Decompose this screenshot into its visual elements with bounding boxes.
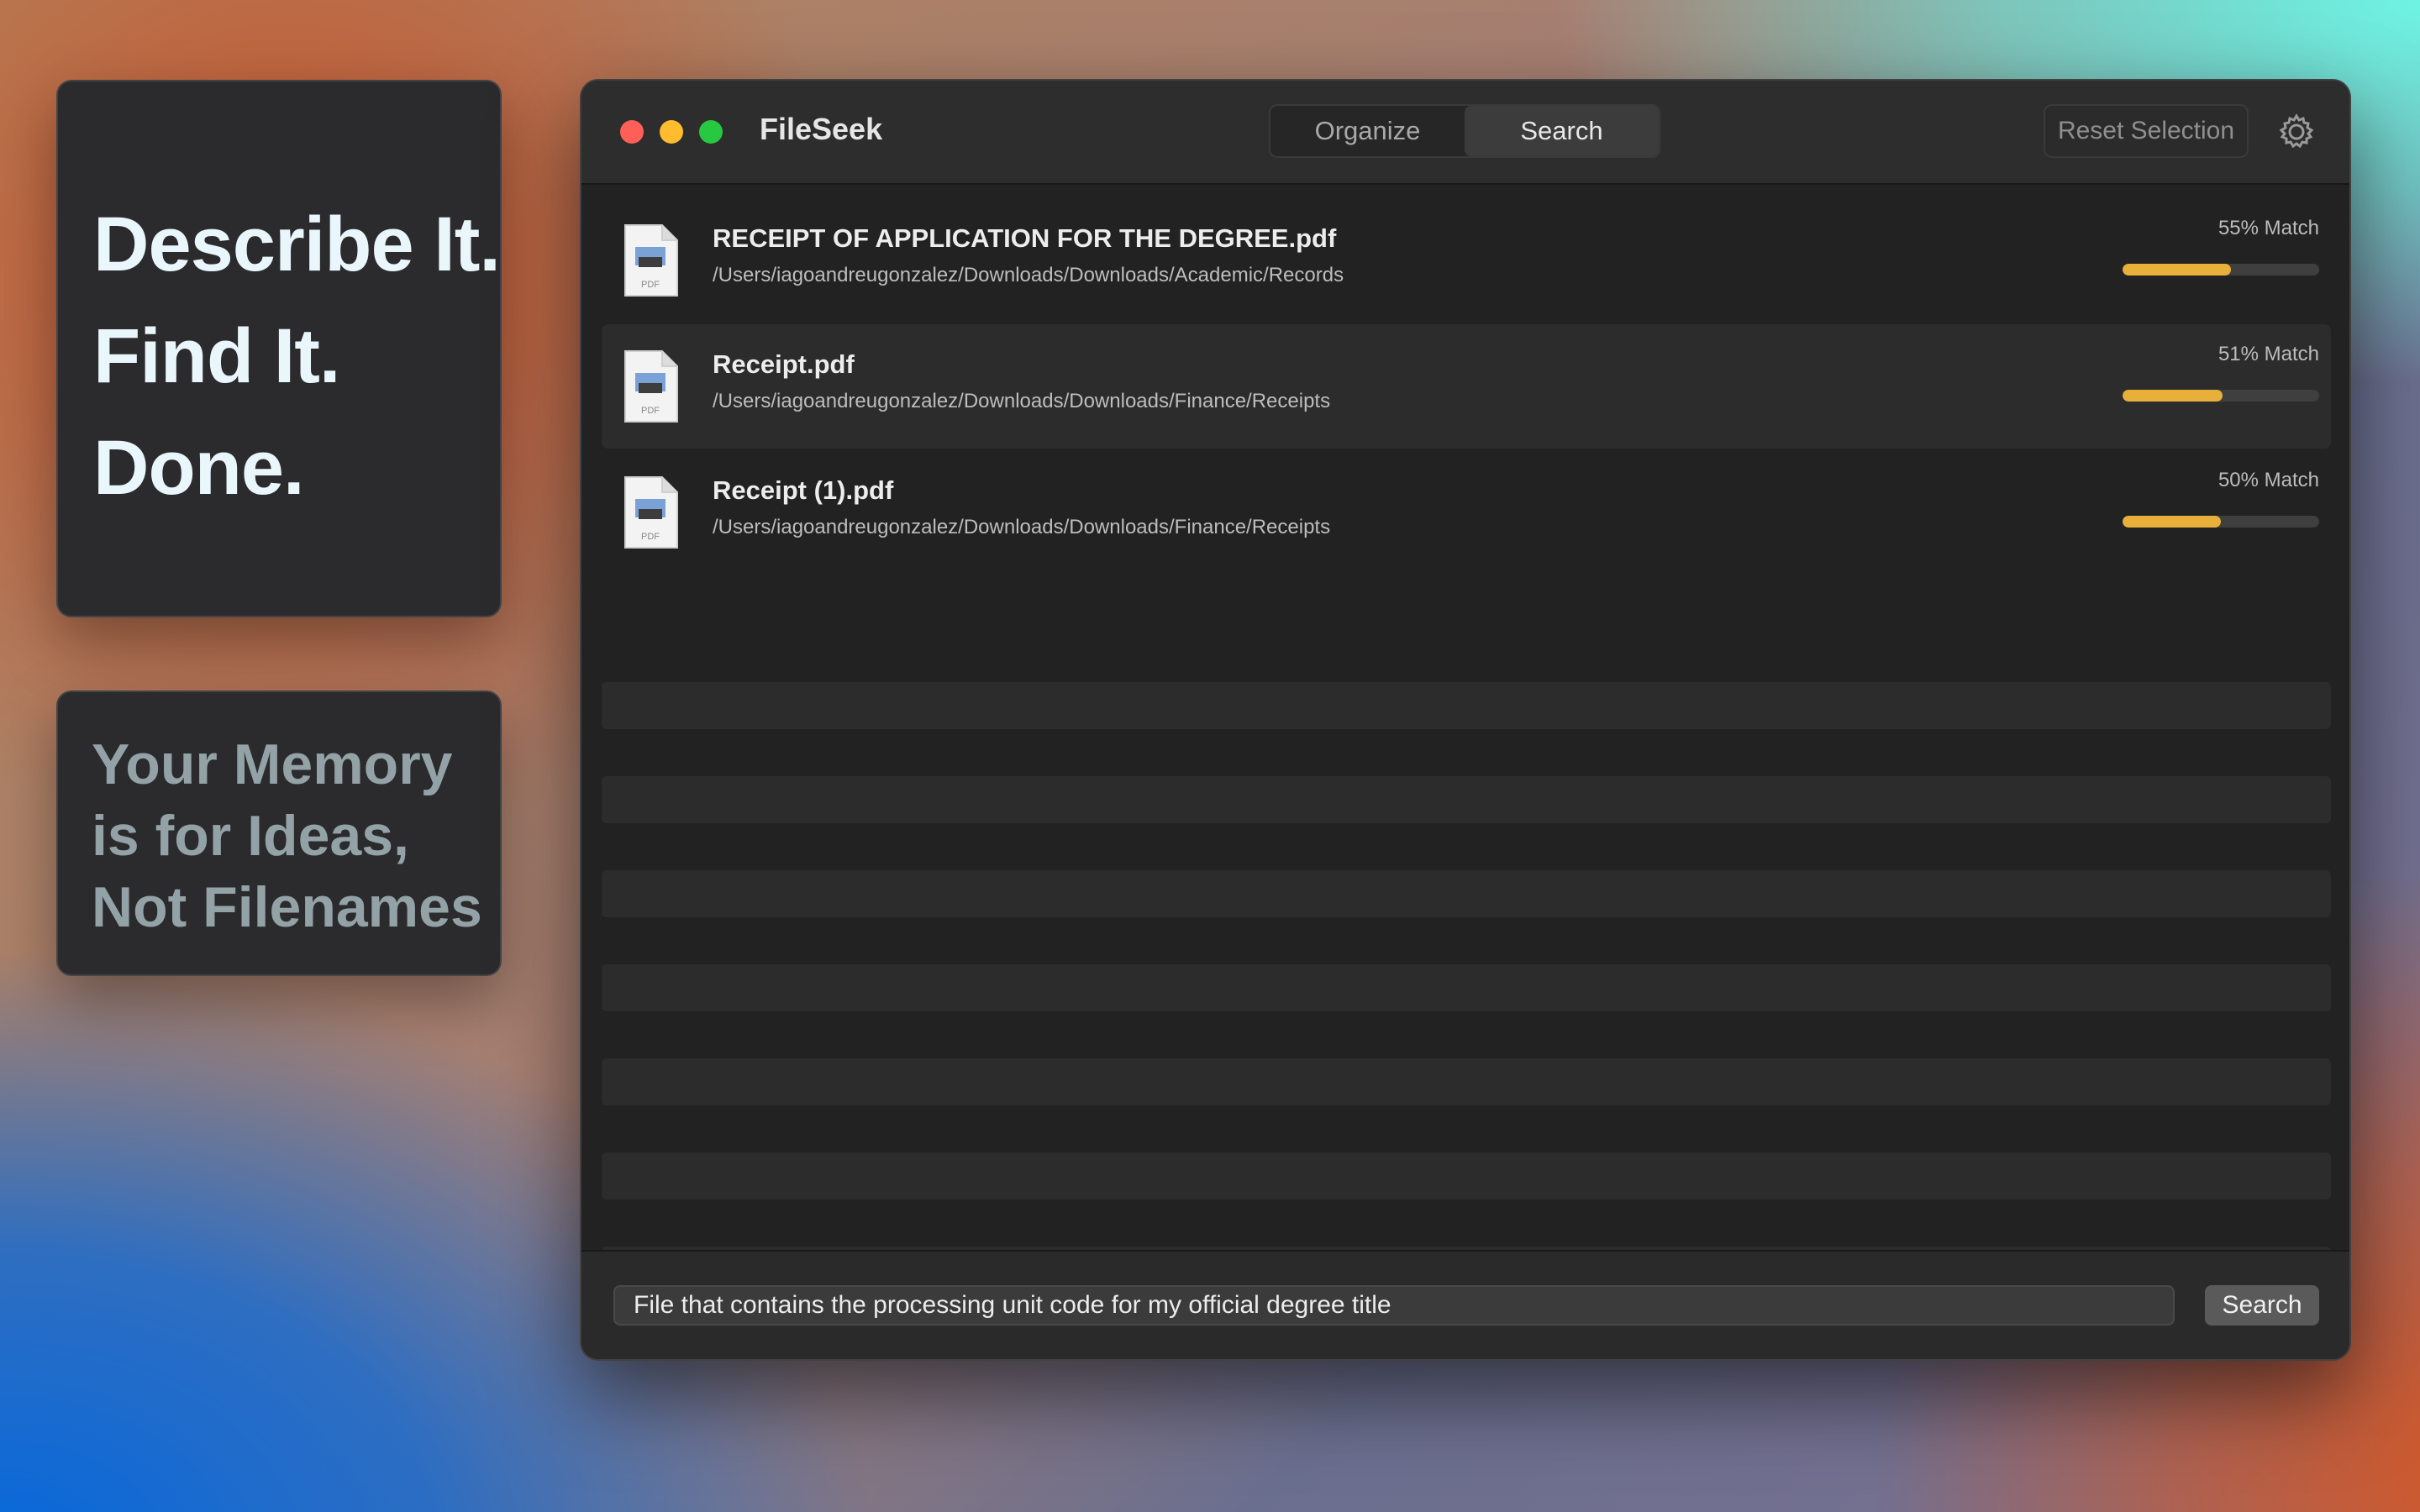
empty-row bbox=[602, 1152, 2331, 1200]
match-bar-fill bbox=[2123, 264, 2231, 276]
svg-text:PDF: PDF bbox=[641, 532, 660, 542]
app-title: FileSeek bbox=[760, 112, 883, 146]
result-row[interactable]: PDF RECEIPT OF APPLICATION FOR THE DEGRE… bbox=[602, 198, 2331, 323]
match-bar bbox=[2123, 390, 2319, 402]
search-button[interactable]: Search bbox=[2205, 1285, 2319, 1326]
file-path: /Users/iagoandreugonzalez/Downloads/Down… bbox=[713, 264, 1344, 286]
match-bar-fill bbox=[2123, 390, 2223, 402]
promo-card-tagline: Your Memory is for Ideas, Not Filenames bbox=[56, 690, 502, 976]
empty-row bbox=[602, 870, 2331, 917]
tagline-line-1: Your Memory bbox=[92, 732, 453, 796]
match-label: 50% Match bbox=[2217, 469, 2319, 491]
empty-row bbox=[602, 1058, 2331, 1105]
gear-icon[interactable] bbox=[2277, 113, 2316, 151]
reset-selection-button[interactable]: Reset Selection bbox=[2044, 104, 2249, 158]
fileseek-window: FileSeek Organize Search Reset Selection… bbox=[580, 79, 2351, 1361]
file-name: RECEIPT OF APPLICATION FOR THE DEGREE.pd… bbox=[713, 223, 1337, 253]
match-bar-fill bbox=[2123, 516, 2221, 528]
svg-text:PDF: PDF bbox=[641, 280, 660, 290]
file-path: /Users/iagoandreugonzalez/Downloads/Down… bbox=[713, 390, 1331, 412]
headline-line-3: Done. bbox=[93, 425, 305, 511]
result-row[interactable]: PDF Receipt.pdf /Users/iagoandreugonzale… bbox=[602, 324, 2331, 449]
pdf-file-icon: PDF bbox=[624, 350, 678, 423]
result-row[interactable]: PDF Receipt (1).pdf /Users/iagoandreugon… bbox=[602, 450, 2331, 575]
tab-organize[interactable]: Organize bbox=[1270, 106, 1465, 156]
svg-text:PDF: PDF bbox=[641, 406, 660, 416]
headline-line-2: Find It. bbox=[93, 313, 340, 399]
title-bar: FileSeek Organize Search Reset Selection bbox=[581, 81, 2349, 185]
maximize-window-button[interactable] bbox=[699, 120, 723, 144]
pdf-file-icon: PDF bbox=[624, 476, 678, 549]
pdf-file-icon: PDF bbox=[624, 224, 678, 297]
promo-card-headline: Describe It. Find It. Done. bbox=[56, 80, 502, 617]
headline-line-1: Describe It. bbox=[93, 202, 501, 287]
minimize-window-button[interactable] bbox=[660, 120, 683, 144]
match-bar bbox=[2123, 516, 2319, 528]
file-name: Receipt.pdf bbox=[713, 349, 855, 379]
match-label: 55% Match bbox=[2217, 217, 2319, 239]
match-label: 51% Match bbox=[2217, 343, 2319, 365]
tagline-line-3: Not Filenames bbox=[92, 875, 482, 939]
search-bar: Search bbox=[581, 1250, 2349, 1359]
file-name: Receipt (1).pdf bbox=[713, 475, 894, 505]
tab-search[interactable]: Search bbox=[1465, 106, 1659, 156]
close-window-button[interactable] bbox=[620, 120, 644, 144]
match-bar bbox=[2123, 264, 2319, 276]
empty-row bbox=[602, 964, 2331, 1011]
mode-segmented-control: Organize Search bbox=[1269, 104, 1660, 158]
tagline-line-2: is for Ideas, bbox=[92, 804, 409, 868]
empty-row bbox=[602, 682, 2331, 729]
results-list: PDF RECEIPT OF APPLICATION FOR THE DEGRE… bbox=[581, 183, 2349, 1334]
search-input[interactable] bbox=[613, 1285, 2175, 1326]
file-path: /Users/iagoandreugonzalez/Downloads/Down… bbox=[713, 516, 1331, 538]
empty-row bbox=[602, 776, 2331, 823]
